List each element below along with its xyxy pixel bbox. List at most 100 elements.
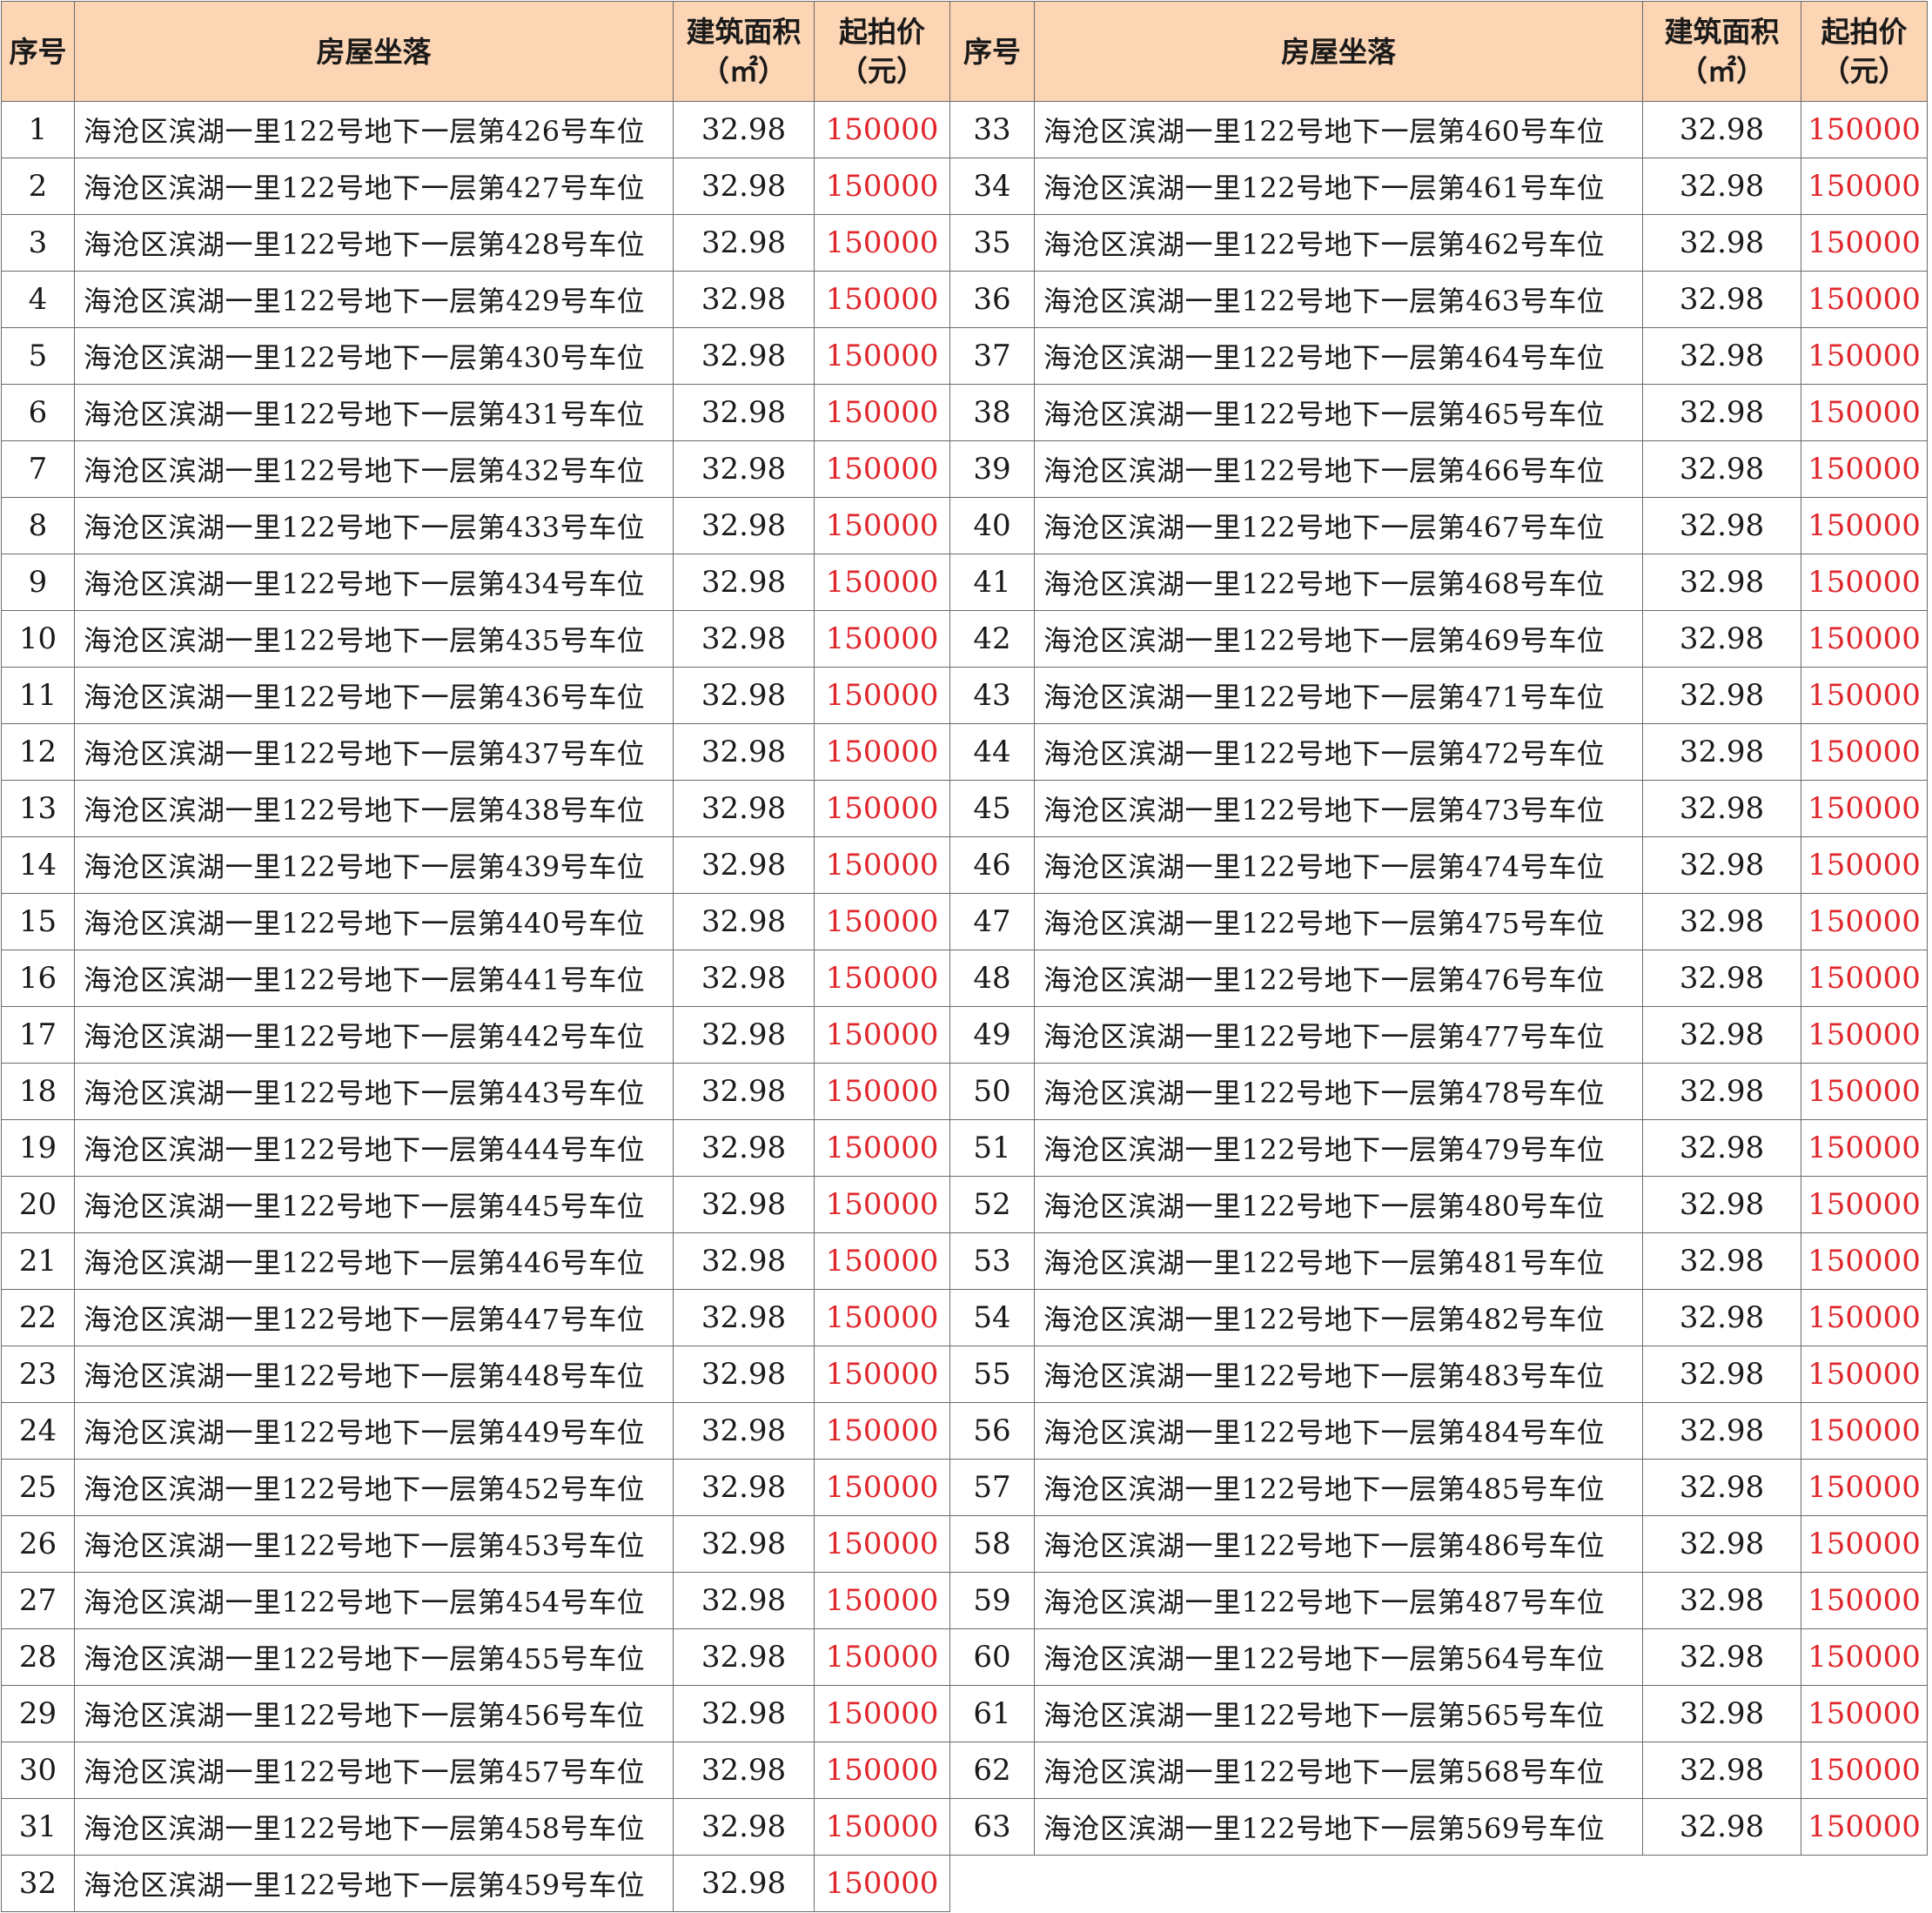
price-cell: 150000 [1801, 610, 1928, 668]
header-seq-right: 序号 [949, 1, 1035, 102]
header-seq-label: 序号 [9, 34, 67, 69]
table-header: 序号 房屋坐落 建筑面积 （㎡） 起拍价 （元） 序号 房屋坐落 建筑面积 （㎡） 起… [1, 1, 1928, 102]
price-cell: 150000 [814, 893, 950, 950]
area-cell: 32.98 [1642, 1459, 1801, 1516]
address-cell: 海沧区滨湖一里122号地下一层第485号车位 [1034, 1459, 1643, 1516]
header-seq: 序号 [1, 1, 75, 102]
seq-cell: 25 [1, 1459, 75, 1516]
seq-cell: 14 [1, 836, 75, 894]
seq-cell: 5 [1, 327, 75, 385]
area-cell: 32.98 [673, 780, 815, 837]
address-cell: 海沧区滨湖一里122号地下一层第443号车位 [74, 1063, 674, 1120]
address-cell: 海沧区滨湖一里122号地下一层第456号车位 [74, 1685, 674, 1742]
seq-cell: 12 [1, 723, 75, 781]
price-cell: 150000 [1801, 1063, 1928, 1120]
address-cell: 海沧区滨湖一里122号地下一层第480号车位 [1034, 1176, 1643, 1233]
seq-cell: 16 [1, 950, 75, 1007]
price-cell: 150000 [1801, 497, 1928, 554]
address-cell: 海沧区滨湖一里122号地下一层第442号车位 [74, 1006, 674, 1064]
price-cell: 150000 [1801, 1232, 1928, 1290]
seq-cell: 33 [949, 101, 1035, 158]
table-row: 30 海沧区滨湖一里122号地下一层第457号车位 32.98 150000 62 海沧区… [1, 1742, 1928, 1799]
price-cell: 150000 [1801, 667, 1928, 724]
seq-cell: 28 [1, 1628, 75, 1686]
area-cell: 32.98 [1642, 1346, 1801, 1403]
price-cell: 150000 [1801, 1119, 1928, 1177]
area-cell: 32.98 [673, 723, 815, 781]
address-cell: 海沧区滨湖一里122号地下一层第462号车位 [1034, 214, 1643, 272]
seq-cell: 1 [1, 101, 75, 158]
seq-cell: 3 [1, 214, 75, 272]
address-cell: 海沧区滨湖一里122号地下一层第564号车位 [1034, 1628, 1643, 1686]
address-cell: 海沧区滨湖一里122号地下一层第484号车位 [1034, 1402, 1643, 1460]
price-cell: 150000 [1801, 1402, 1928, 1460]
area-cell: 32.98 [1642, 1685, 1801, 1742]
seq-cell: 6 [1, 384, 75, 441]
seq-cell: 22 [1, 1289, 75, 1346]
area-cell: 32.98 [673, 158, 815, 215]
address-cell: 海沧区滨湖一里122号地下一层第568号车位 [1034, 1742, 1643, 1799]
area-cell: 32.98 [673, 101, 815, 158]
address-cell: 海沧区滨湖一里122号地下一层第444号车位 [74, 1119, 674, 1177]
price-cell: 150000 [1801, 836, 1928, 894]
area-cell: 32.98 [1642, 780, 1801, 837]
price-cell: 150000 [1801, 1176, 1928, 1233]
address-cell: 海沧区滨湖一里122号地下一层第487号车位 [1034, 1572, 1643, 1629]
address-cell: 海沧区滨湖一里122号地下一层第441号车位 [74, 950, 674, 1007]
area-cell: 32.98 [1642, 1006, 1801, 1064]
price-cell: 150000 [814, 1119, 950, 1177]
address-cell: 海沧区滨湖一里122号地下一层第461号车位 [1034, 158, 1643, 215]
address-cell: 海沧区滨湖一里122号地下一层第431号车位 [74, 384, 674, 441]
seq-cell: 37 [949, 327, 1035, 385]
seq-cell: 17 [1, 1006, 75, 1064]
area-cell: 32.98 [673, 1855, 815, 1912]
address-cell: 海沧区滨湖一里122号地下一层第467号车位 [1034, 497, 1643, 554]
header-address: 房屋坐落 [74, 1, 674, 102]
price-cell: 150000 [1801, 1006, 1928, 1064]
header-price-label: 起拍价 [839, 15, 925, 49]
price-cell: 150000 [1801, 780, 1928, 837]
address-cell: 海沧区滨湖一里122号地下一层第476号车位 [1034, 950, 1643, 1007]
seq-cell: 44 [949, 723, 1035, 781]
area-cell: 32.98 [673, 497, 815, 554]
seq-cell: 21 [1, 1232, 75, 1290]
address-cell: 海沧区滨湖一里122号地下一层第469号车位 [1034, 610, 1643, 668]
table-row: 32 海沧区滨湖一里122号地下一层第459号车位 32.98 150000 [1, 1855, 1928, 1912]
seq-cell: 47 [949, 893, 1035, 950]
address-cell: 海沧区滨湖一里122号地下一层第447号车位 [74, 1289, 674, 1346]
seq-cell: 9 [1, 554, 75, 611]
seq-cell: 27 [1, 1572, 75, 1629]
price-cell: 150000 [814, 780, 950, 837]
table-row: 15 海沧区滨湖一里122号地下一层第440号车位 32.98 150000 47 海沧区… [1, 893, 1928, 950]
table-row: 28 海沧区滨湖一里122号地下一层第455号车位 32.98 150000 60 海沧区… [1, 1628, 1928, 1686]
header-price: 起拍价 （元） [814, 1, 950, 102]
seq-cell: 49 [949, 1006, 1035, 1064]
area-cell: 32.98 [1642, 1515, 1801, 1573]
price-cell: 150000 [1801, 1685, 1928, 1742]
address-cell: 海沧区滨湖一里122号地下一层第465号车位 [1034, 384, 1643, 441]
address-cell: 海沧区滨湖一里122号地下一层第428号车位 [74, 214, 674, 272]
address-cell: 海沧区滨湖一里122号地下一层第433号车位 [74, 497, 674, 554]
price-cell: 150000 [1801, 1628, 1928, 1686]
address-cell: 海沧区滨湖一里122号地下一层第569号车位 [1034, 1798, 1643, 1856]
address-cell: 海沧区滨湖一里122号地下一层第427号车位 [74, 158, 674, 215]
header-area: 建筑面积 （㎡） [673, 1, 815, 102]
area-cell: 32.98 [673, 327, 815, 385]
area-cell: 32.98 [673, 1742, 815, 1799]
area-cell: 32.98 [673, 554, 815, 611]
price-cell: 150000 [814, 440, 950, 498]
address-cell: 海沧区滨湖一里122号地下一层第455号车位 [74, 1628, 674, 1686]
seq-cell: 43 [949, 667, 1035, 724]
address-cell: 海沧区滨湖一里122号地下一层第436号车位 [74, 667, 674, 724]
table-row: 21 海沧区滨湖一里122号地下一层第446号车位 32.98 150000 53 海沧区… [1, 1232, 1928, 1290]
seq-cell: 34 [949, 158, 1035, 215]
seq-cell: 57 [949, 1459, 1035, 1516]
seq-cell: 59 [949, 1572, 1035, 1629]
area-cell: 32.98 [1642, 1402, 1801, 1460]
address-cell: 海沧区滨湖一里122号地下一层第466号车位 [1034, 440, 1643, 498]
seq-cell: 7 [1, 440, 75, 498]
table-body: 1 海沧区滨湖一里122号地下一层第426号车位 32.98 150000 33 海沧区滨… [1, 101, 1928, 1912]
table-row: 1 海沧区滨湖一里122号地下一层第426号车位 32.98 150000 33 海沧区滨… [1, 101, 1928, 158]
price-cell: 150000 [814, 1176, 950, 1233]
seq-cell: 45 [949, 780, 1035, 837]
